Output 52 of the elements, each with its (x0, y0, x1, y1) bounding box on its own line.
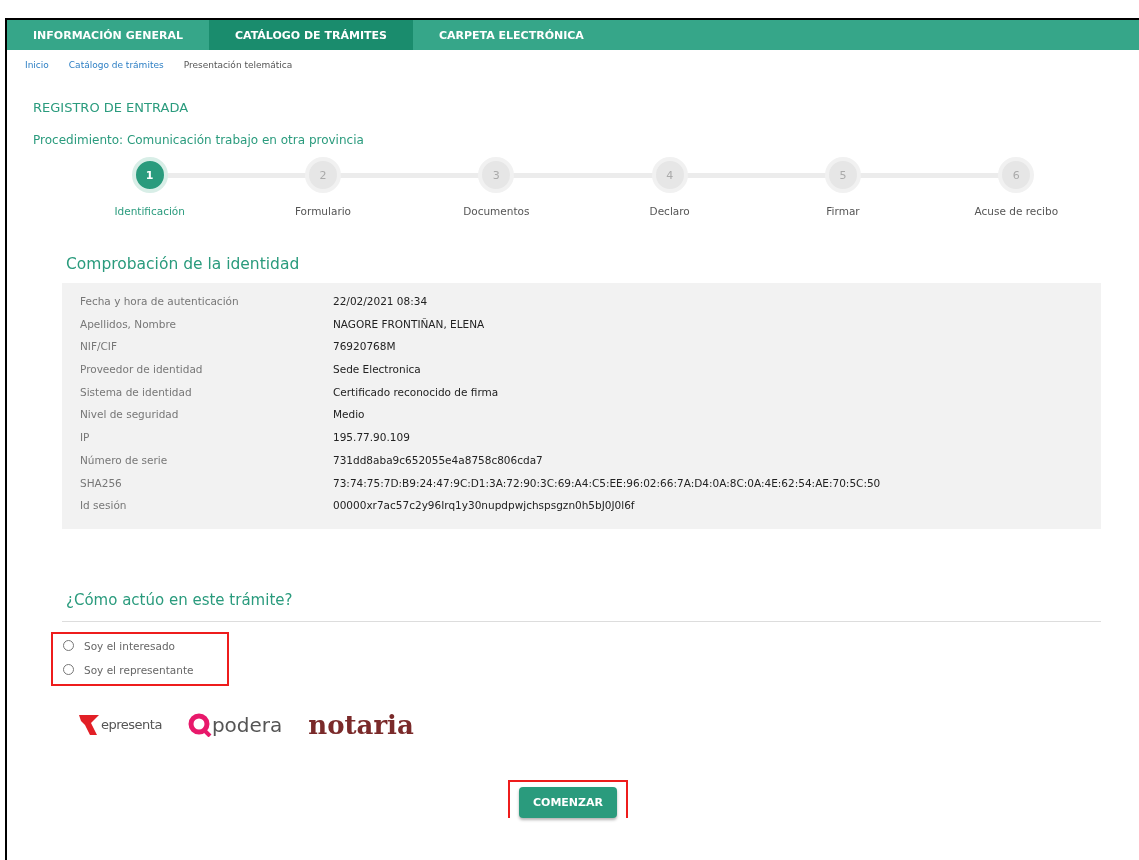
breadcrumb-link[interactable]: Catálogo de trámites (68, 60, 164, 70)
step-circle: 1 (131, 157, 168, 193)
start-button[interactable]: COMENZAR (518, 786, 618, 818)
step-circle: 3 (478, 157, 515, 193)
section-heading: ¿Cómo actúo en este trámite? (66, 590, 294, 609)
step-circle: 4 (651, 157, 688, 193)
step-label: Formulario (294, 205, 352, 217)
field-label: Nivel de seguridad (80, 407, 180, 423)
field-value: NAGORE FRONTIÑAN, ELENA (333, 316, 486, 332)
field-label: Id sesión (80, 498, 128, 514)
field-value: 73:74:75:7D:B9:24:47:9C:D1:3A:72:90:3C:69:A4:C5:EE:96:02:66:7A:D4:0A:8C:0A:4E:62:54:AE:70:5C:50 (333, 475, 882, 491)
step-label: Firmar (826, 205, 860, 217)
field-value: Certificado reconocido de firma (333, 384, 500, 400)
step-label: Identificación (114, 205, 185, 217)
field-label: IP (80, 430, 91, 446)
field-label: Apellidos, Nombre (80, 316, 177, 332)
logo-text: podera (211, 712, 283, 737)
page-title: REGISTRO DE ENTRADA (33, 100, 190, 115)
breadcrumb-current: Presentación telemática (183, 60, 293, 70)
field-label: SHA256 (80, 475, 123, 491)
field-label: Fecha y hora de autenticación (80, 294, 240, 309)
step-circle: 5 (825, 157, 861, 193)
field-label: Sistema de identidad (80, 384, 193, 400)
section-heading: Comprobación de la identidad (66, 255, 301, 273)
radio-button[interactable] (63, 664, 74, 676)
field-value: 22/02/2021 08:34 (333, 294, 429, 309)
field-value: 195.77.90.109 (333, 430, 411, 446)
field-value: 76920768M (333, 339, 397, 355)
field-label: Proveedor de identidad (80, 362, 204, 378)
step-label: Documentos (463, 205, 530, 217)
field-label: NIF/CIF (80, 339, 118, 355)
field-value: Sede Electronica (333, 362, 422, 378)
nav-tab[interactable]: CARPETA ELECTRÓNICA (412, 20, 610, 50)
field-label: Número de serie (80, 452, 169, 468)
q-logo-icon (187, 712, 212, 737)
step-label: Acuse de recibo (974, 205, 1059, 217)
logo-text: epresenta (101, 717, 162, 733)
nav-tab[interactable]: CATÁLOGO DE TRÁMITES (208, 20, 413, 50)
nav-tab[interactable]: INFORMACIÓN GENERAL (7, 20, 209, 50)
step-label: Declaro (649, 205, 690, 217)
breadcrumb-link[interactable]: Inicio (25, 60, 49, 70)
radio-label: Soy el interesado (84, 639, 176, 652)
field-value: 731dd8aba9c652055e4a8758c806cda7 (333, 452, 544, 468)
field-value: 00000xr7ac57c2y96Irq1y30nupdpwjchspsgzn0h5bJ0J0l6f (333, 498, 636, 514)
step-circle: 6 (998, 157, 1035, 193)
r-logo-icon (79, 712, 101, 737)
field-value: Medio (333, 407, 366, 423)
radio-button[interactable] (63, 640, 74, 652)
procedure-title: Procedimiento: Comunicación trabajo en otra provincia (33, 133, 365, 147)
step-circle: 2 (305, 157, 341, 193)
logo-text: notaria (308, 709, 414, 740)
radio-label: Soy el representante (84, 663, 194, 676)
